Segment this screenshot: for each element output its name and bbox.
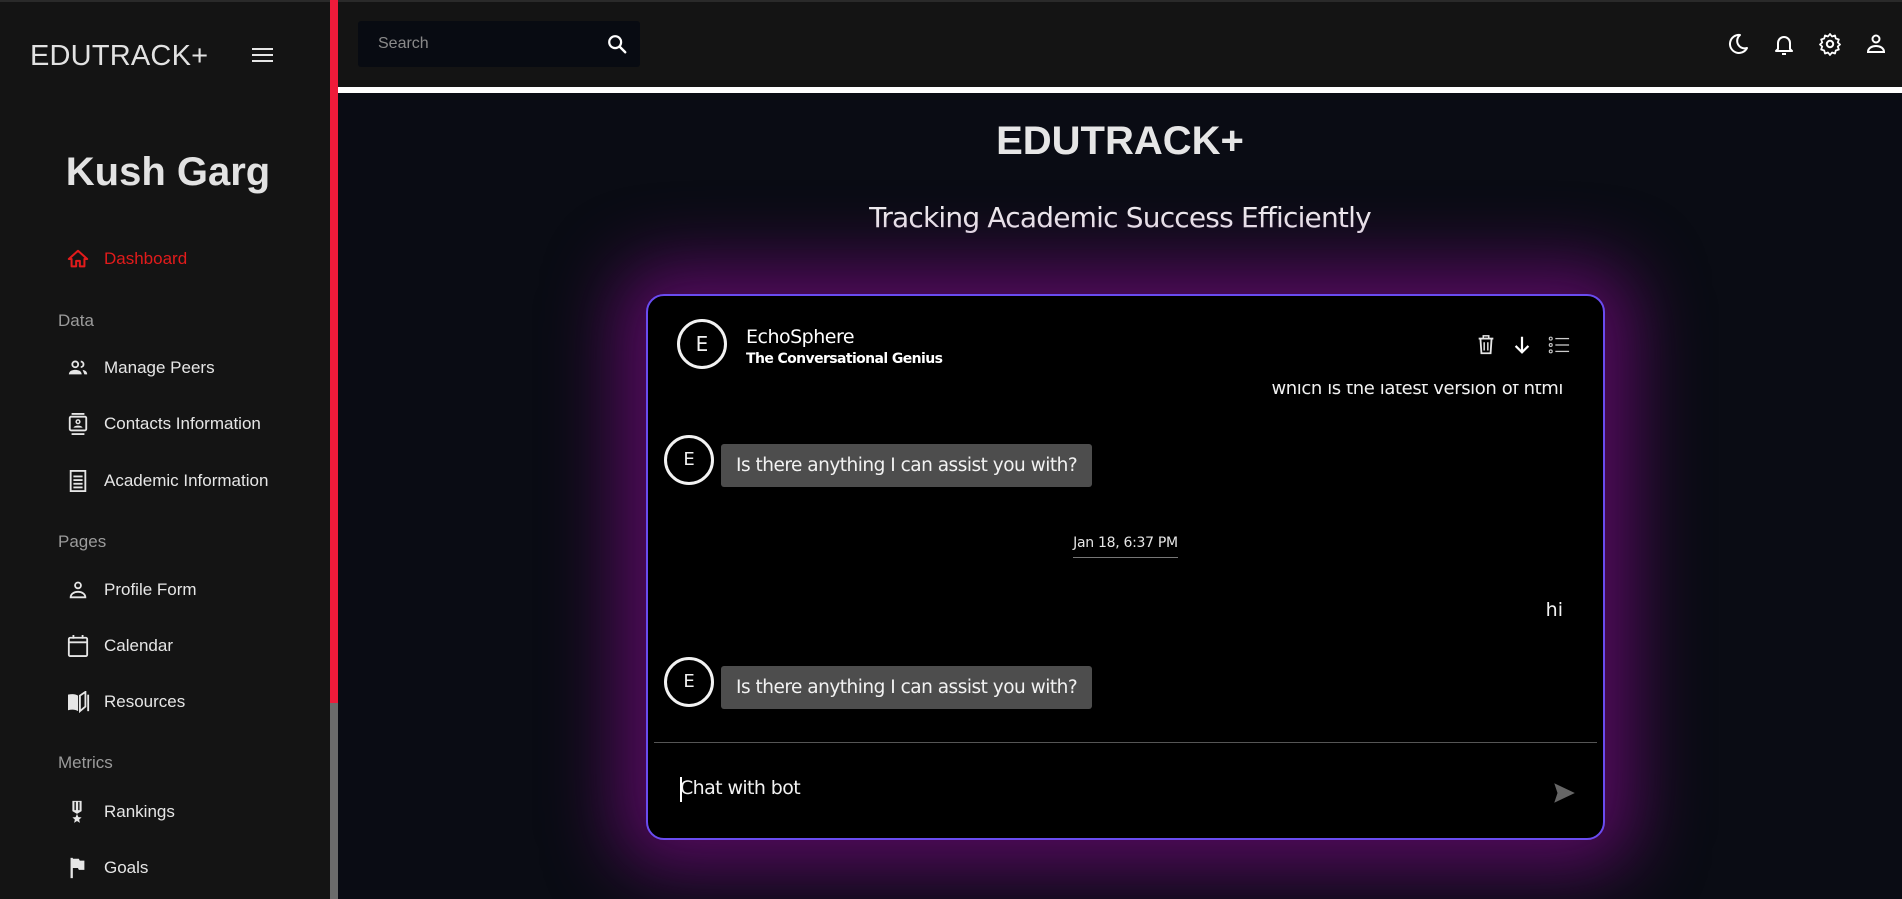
sidebar-item-label: Resources: [104, 692, 186, 711]
home-icon: [58, 247, 102, 271]
user-message: which is the latest version of html: [1271, 384, 1563, 399]
user-icon[interactable]: [1864, 32, 1888, 56]
search-box: [358, 21, 640, 67]
chat-input-area: [648, 743, 1603, 838]
sidebar-scrollbar[interactable]: [330, 0, 338, 899]
bot-message-bubble: Is there anything I can assist you with?: [721, 666, 1093, 709]
bot-avatar: E: [664, 434, 714, 485]
chat-messages[interactable]: which is the latest version of html E Is…: [648, 384, 1603, 746]
book-icon: [58, 690, 102, 714]
contact-card-icon: [58, 412, 102, 436]
sidebar-item-rankings[interactable]: Rankings: [58, 792, 318, 832]
gear-icon[interactable]: [1818, 32, 1842, 56]
person-icon: [58, 578, 102, 602]
sidebar-item-label: Academic Information: [104, 471, 269, 490]
bot-message-bubble: Is there anything I can assist you with?: [721, 444, 1093, 487]
bot-avatar: E: [677, 319, 727, 369]
chat-header-actions: [1475, 334, 1570, 356]
user-name: Kush Garg: [65, 150, 271, 194]
bot-tagline: The Conversational Genius: [746, 351, 943, 367]
hamburger-menu-icon[interactable]: [252, 48, 273, 64]
sidebar-item-dashboard[interactable]: Dashboard: [58, 239, 318, 279]
date-separator: Jan 18, 6:37 PM: [648, 534, 1603, 558]
text-caret: [680, 777, 682, 802]
bot-name: EchoSphere: [746, 326, 855, 348]
section-metrics: Metrics: [58, 753, 113, 772]
sidebar-item-label: Goals: [104, 858, 149, 877]
flag-icon: [58, 856, 102, 880]
moon-icon[interactable]: [1726, 32, 1750, 56]
main-content: EDUTRACK+ Tracking Academic Success Effi…: [338, 93, 1902, 899]
sidebar-item-resources[interactable]: Resources: [58, 682, 318, 722]
sidebar-item-goals[interactable]: Goals: [58, 848, 318, 888]
medal-icon: [58, 800, 102, 824]
sidebar-item-calendar[interactable]: Calendar: [58, 626, 318, 666]
search-icon[interactable]: [606, 33, 628, 60]
sidebar-item-label: Manage Peers: [104, 358, 215, 377]
section-pages: Pages: [58, 532, 107, 551]
topbar: [338, 0, 1902, 87]
chatbot-panel: E EchoSphere The Conversational Genius w…: [646, 294, 1605, 840]
sidebar-item-label: Dashboard: [104, 249, 188, 268]
sidebar-item-label: Contacts Information: [104, 414, 261, 433]
download-arrow-icon[interactable]: [1511, 334, 1533, 356]
calendar-icon: [58, 634, 102, 658]
topbar-actions: [1726, 32, 1888, 56]
sidebar-scrollbar-thumb[interactable]: [330, 0, 338, 703]
bot-message: E Is there anything I can assist you wit…: [664, 654, 1093, 709]
search-input[interactable]: [358, 35, 588, 53]
sidebar-item-label: Rankings: [104, 802, 175, 821]
sidebar-item-academic-information[interactable]: Academic Information: [58, 461, 318, 501]
sidebar-brand: EDUTRACK+: [30, 40, 209, 72]
sidebar-item-label: Profile Form: [104, 580, 197, 599]
chat-header: E EchoSphere The Conversational Genius: [648, 296, 1603, 392]
receipt-icon: [58, 469, 102, 493]
page-subtitle: Tracking Academic Success Efficiently: [869, 201, 1372, 234]
bell-icon[interactable]: [1772, 32, 1796, 56]
send-icon[interactable]: [1551, 780, 1577, 806]
bot-avatar: E: [664, 656, 714, 707]
sidebar-item-manage-peers[interactable]: Manage Peers: [58, 348, 318, 388]
user-message: hi: [1545, 599, 1563, 621]
sidebar-item-label: Calendar: [104, 636, 173, 655]
chat-input[interactable]: [680, 777, 1480, 799]
people-icon: [58, 356, 102, 380]
list-icon[interactable]: [1547, 334, 1570, 356]
sidebar: EDUTRACK+ Kush Garg Dashboard Data Manag…: [0, 0, 330, 899]
trash-icon[interactable]: [1475, 334, 1497, 356]
sidebar-item-contacts-information[interactable]: Contacts Information: [58, 404, 318, 444]
page-title: EDUTRACK+: [996, 119, 1244, 163]
section-data: Data: [58, 311, 94, 330]
date-separator-text: Jan 18, 6:37 PM: [1073, 535, 1178, 558]
sidebar-item-profile-form[interactable]: Profile Form: [58, 570, 318, 610]
bot-message: E Is there anything I can assist you wit…: [664, 432, 1093, 487]
